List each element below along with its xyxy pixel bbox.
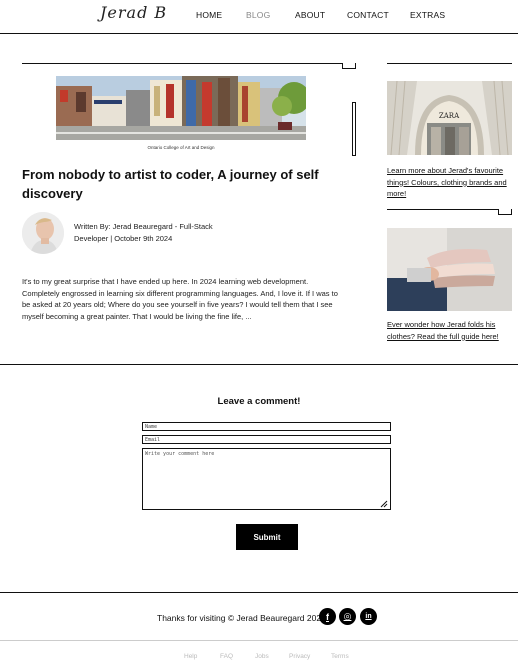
ocad-building-illustration <box>56 76 306 140</box>
footer-bottom-rule <box>0 640 518 641</box>
sidebar-tab-marker <box>498 209 512 215</box>
sidebar-rule-2 <box>387 209 512 210</box>
author-avatar <box>22 212 64 254</box>
footer-link-terms[interactable]: Terms <box>331 653 349 660</box>
avatar-portrait-illustration <box>22 212 64 254</box>
content-divider <box>0 364 518 365</box>
article-top-rule <box>22 63 356 64</box>
footer-link-help[interactable]: Help <box>184 653 197 660</box>
sidebar-link-folding-guide[interactable]: Ever wonder how Jerad folds his clothes?… <box>387 319 512 342</box>
linkedin-icon[interactable]: in <box>360 608 377 625</box>
footer-link-jobs[interactable]: Jobs <box>255 653 269 660</box>
article-title: From nobody to artist to coder, A journe… <box>22 167 319 201</box>
byline-date: Developer | October 9th 2024 <box>74 234 173 243</box>
name-field[interactable] <box>142 422 391 431</box>
footer-link-privacy[interactable]: Privacy <box>289 653 310 660</box>
main-nav: HOME BLOG ABOUT CONTACT EXTRAS <box>0 10 518 24</box>
comment-form-title: Leave a comment! <box>217 396 301 407</box>
nav-about[interactable]: ABOUT <box>295 10 325 20</box>
zara-store-illustration: ZARA <box>387 81 512 155</box>
folded-clothes-illustration <box>387 228 512 311</box>
image-caption: Ontario College of Art and Design <box>147 145 215 150</box>
store-sign-text: ZARA <box>439 112 460 120</box>
nav-extras[interactable]: EXTRAS <box>410 10 445 20</box>
article-hero-image <box>56 76 306 140</box>
facebook-icon[interactable]: f <box>319 608 336 625</box>
author-byline: Written By: Jerad Beauregard - Full-Stac… <box>74 221 234 245</box>
site-header: Jerad B HOME BLOG ABOUT CONTACT EXTRAS <box>0 0 518 34</box>
nav-blog[interactable]: BLOG <box>246 10 270 20</box>
sidebar-rule-1 <box>387 63 512 64</box>
byline-author: Written By: Jerad Beauregard - Full-Stac… <box>74 222 213 231</box>
nav-home[interactable]: HOME <box>196 10 222 20</box>
instagram-icon[interactable]: ◎ <box>339 608 356 625</box>
comment-textarea[interactable] <box>142 448 391 510</box>
footer-link-faq[interactable]: FAQ <box>220 653 233 660</box>
nav-contact[interactable]: CONTACT <box>347 10 389 20</box>
footer-divider <box>0 592 518 593</box>
article-body: It's to my great surprise that I have en… <box>22 277 338 321</box>
footer-copyright: Thanks for visiting © Jerad Beauregard 2… <box>157 613 326 623</box>
sidebar-image-clothes[interactable] <box>387 228 512 311</box>
sidebar-link-favourites[interactable]: Learn more about Jerad's favourite thing… <box>387 165 512 200</box>
article-tab-marker <box>342 63 356 69</box>
email-field[interactable] <box>142 435 391 444</box>
resize-grip-icon[interactable] <box>380 500 388 508</box>
submit-button[interactable]: Submit <box>236 524 298 550</box>
article-scrollbar[interactable] <box>352 102 356 156</box>
sidebar-image-store[interactable]: ZARA <box>387 81 512 155</box>
